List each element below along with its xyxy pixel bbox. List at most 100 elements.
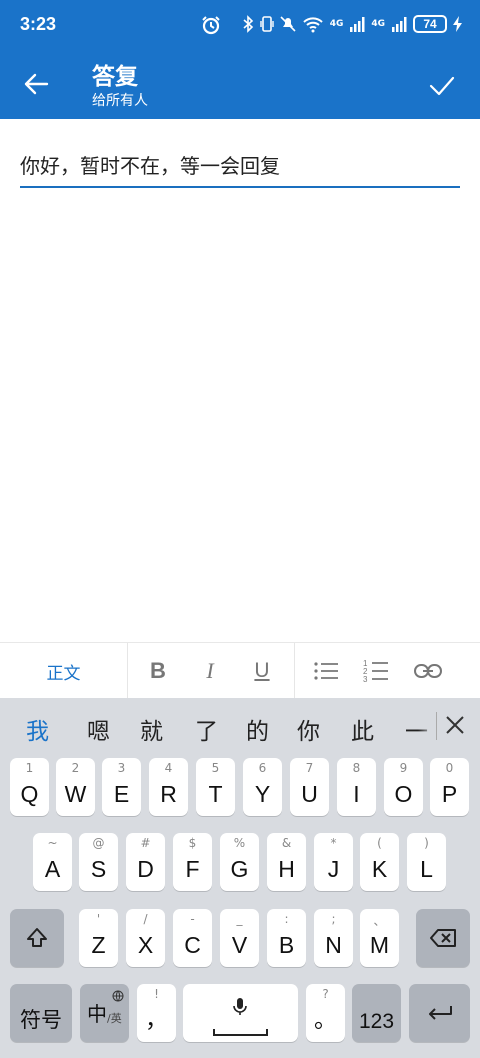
backspace-key[interactable] bbox=[416, 909, 470, 967]
key-hint: % bbox=[233, 836, 246, 850]
key-z[interactable]: ' Z bbox=[79, 909, 118, 967]
key-m[interactable]: 、 M bbox=[360, 909, 399, 967]
candidate-item[interactable]: 就 bbox=[140, 712, 163, 746]
bullet-list-icon bbox=[314, 662, 338, 680]
key-s[interactable]: @ S bbox=[79, 833, 118, 891]
toolbar-divider bbox=[294, 643, 295, 699]
bold-icon: B bbox=[150, 658, 166, 683]
key-q[interactable]: 1Q bbox=[10, 758, 49, 816]
key-y[interactable]: 6Y bbox=[243, 758, 282, 816]
shift-icon bbox=[10, 909, 64, 967]
network-type-2: 4G bbox=[371, 18, 385, 29]
key-t[interactable]: 5T bbox=[196, 758, 235, 816]
key-b[interactable]: :B bbox=[267, 909, 306, 967]
page-title: 答复 bbox=[92, 64, 138, 90]
key-label: P bbox=[441, 781, 458, 807]
key-hint: 3 bbox=[117, 761, 126, 775]
key-hint: # bbox=[140, 836, 151, 850]
key-p[interactable]: 0P bbox=[430, 758, 469, 816]
page-subtitle: 给所有人 bbox=[92, 93, 148, 109]
wifi-icon bbox=[302, 15, 324, 33]
language-switch-key[interactable]: 中 /英 bbox=[80, 984, 129, 1042]
candidate-item[interactable]: 你 bbox=[297, 712, 320, 746]
battery-indicator: 74 bbox=[413, 15, 447, 33]
key-h[interactable]: & H bbox=[267, 833, 306, 891]
bullet-list-button[interactable] bbox=[306, 651, 346, 691]
key-hint: ( bbox=[377, 836, 382, 850]
key-r[interactable]: 4R bbox=[149, 758, 188, 816]
insert-link-button[interactable] bbox=[408, 651, 448, 691]
link-icon bbox=[414, 664, 442, 678]
key-hint: 9 bbox=[399, 761, 408, 775]
close-candidates-button[interactable] bbox=[442, 712, 468, 738]
network-type-1: 4G bbox=[329, 18, 344, 29]
symbols-key[interactable]: 符号 bbox=[10, 984, 72, 1042]
key-label: B bbox=[278, 932, 295, 958]
candidate-item[interactable]: 的 bbox=[246, 712, 269, 746]
key-label: E bbox=[113, 781, 130, 807]
format-toolbar: 正文 B I U 123 bbox=[0, 642, 480, 699]
key-j[interactable]: * J bbox=[314, 833, 353, 891]
key-label: Q bbox=[20, 781, 39, 807]
key-hint: 5 bbox=[211, 761, 220, 775]
underline-icon: U bbox=[254, 659, 270, 682]
checkmark-icon bbox=[429, 76, 455, 96]
key-label: 123 bbox=[358, 1010, 395, 1033]
space-key[interactable] bbox=[183, 984, 298, 1042]
key-g[interactable]: % G bbox=[220, 833, 259, 891]
period-key[interactable]: ?。 bbox=[306, 984, 345, 1042]
candidate-item[interactable]: 嗯 bbox=[87, 712, 110, 746]
enter-key[interactable] bbox=[409, 984, 470, 1042]
key-o[interactable]: 9O bbox=[384, 758, 423, 816]
key-hint: 4 bbox=[164, 761, 173, 775]
key-label: K bbox=[371, 856, 388, 882]
key-label: R bbox=[160, 781, 177, 807]
reply-text-field[interactable]: 你好，暂时不在，等一会回复 bbox=[20, 146, 460, 188]
candidate-fade bbox=[418, 710, 436, 742]
key-d[interactable]: # D bbox=[126, 833, 165, 891]
key-f[interactable]: $ F bbox=[173, 833, 212, 891]
key-label: S bbox=[90, 856, 107, 882]
candidate-item[interactable]: 此 bbox=[351, 712, 374, 746]
key-a[interactable]: ~ A bbox=[33, 833, 72, 891]
candidate-item[interactable]: 我 bbox=[26, 712, 49, 746]
close-icon bbox=[446, 716, 464, 734]
key-n[interactable]: ; N bbox=[314, 909, 353, 967]
numbers-key[interactable]: 123 bbox=[352, 984, 401, 1042]
key-k[interactable]: (K bbox=[360, 833, 399, 891]
key-hint: & bbox=[281, 836, 292, 850]
key-label: Z bbox=[91, 932, 106, 958]
key-c[interactable]: -C bbox=[173, 909, 212, 967]
numbered-list-button[interactable]: 123 bbox=[356, 651, 396, 691]
key-label: W bbox=[64, 781, 87, 807]
key-v[interactable]: _ V bbox=[220, 909, 259, 967]
key-label: N bbox=[325, 932, 342, 958]
paragraph-style-button[interactable]: 正文 bbox=[0, 643, 128, 699]
key-label: H bbox=[278, 856, 295, 882]
key-i[interactable]: 8I bbox=[337, 758, 376, 816]
reply-text: 你好，暂时不在，等一会回复 bbox=[20, 154, 280, 178]
key-label: T bbox=[208, 781, 223, 807]
key-label: I bbox=[353, 781, 360, 807]
bold-button[interactable]: B bbox=[138, 651, 178, 691]
key-l[interactable]: ) L bbox=[407, 833, 446, 891]
candidate-bar: 我 嗯 就 了 的 你 此 一 bbox=[0, 698, 480, 754]
shift-key[interactable] bbox=[10, 909, 64, 967]
italic-button[interactable]: I bbox=[190, 651, 230, 691]
comma-key[interactable]: !， bbox=[137, 984, 176, 1042]
key-x[interactable]: / X bbox=[126, 909, 165, 967]
key-hint: _ bbox=[236, 912, 243, 926]
key-u[interactable]: 7U bbox=[290, 758, 329, 816]
key-sublabel: /英 bbox=[107, 1012, 122, 1025]
key-label: 符号 bbox=[20, 1009, 62, 1032]
key-e[interactable]: 3E bbox=[102, 758, 141, 816]
key-hint: : bbox=[284, 912, 289, 926]
underline-button[interactable]: U bbox=[242, 651, 282, 691]
back-button[interactable] bbox=[16, 64, 56, 104]
key-w[interactable]: 2W bbox=[56, 758, 95, 816]
key-label: 。 bbox=[314, 1006, 337, 1032]
confirm-button[interactable] bbox=[422, 66, 462, 106]
app-header: 3:23 4G 4G 74 答复 给所有人 bbox=[0, 0, 480, 119]
backspace-icon bbox=[416, 909, 470, 967]
candidate-item[interactable]: 了 bbox=[195, 712, 218, 746]
